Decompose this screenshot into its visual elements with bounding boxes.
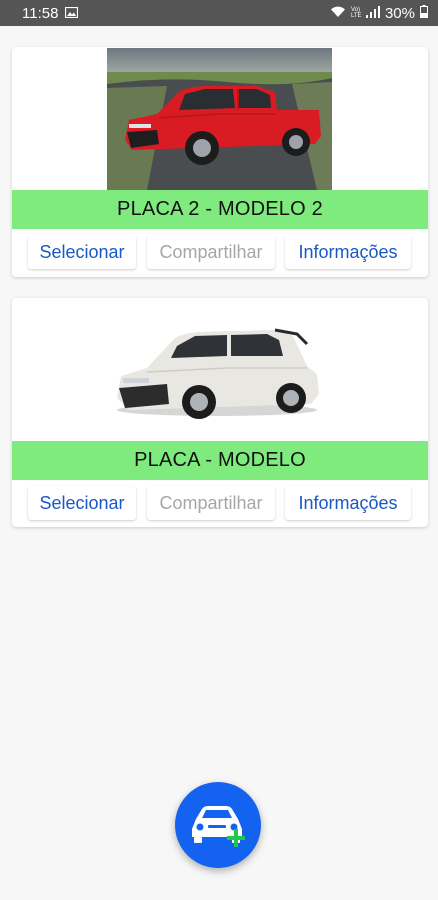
vehicle-card[interactable]: PLACA 2 - MODELO 2 Selecionar Compartilh…: [12, 47, 428, 277]
vehicle-photo: [107, 48, 332, 190]
vehicle-actions: Selecionar Compartilhar Informações: [12, 235, 428, 269]
status-time: 11:58: [22, 4, 59, 22]
info-button[interactable]: Informações: [285, 235, 411, 269]
network-label: Vo) LTE: [350, 7, 362, 19]
vehicle-photo: [107, 310, 332, 435]
status-bar: 11:58 Vo) LTE 30%: [0, 0, 438, 26]
status-right: Vo) LTE 30%: [330, 4, 428, 22]
wifi-icon: [330, 5, 346, 22]
add-car-icon: [188, 799, 248, 852]
share-button[interactable]: Compartilhar: [147, 486, 275, 520]
plate-model-label: PLACA - MODELO: [12, 441, 428, 480]
status-left: 11:58: [22, 4, 79, 22]
vehicle-card[interactable]: PLACA - MODELO Selecionar Compartilhar I…: [12, 298, 428, 527]
plate-model-label: PLACA 2 - MODELO 2: [12, 190, 428, 229]
add-vehicle-button[interactable]: [175, 782, 261, 868]
vehicle-actions: Selecionar Compartilhar Informações: [12, 486, 428, 520]
battery-icon: [420, 4, 428, 22]
select-button[interactable]: Selecionar: [28, 235, 136, 269]
gallery-icon: [65, 5, 79, 22]
info-button[interactable]: Informações: [285, 486, 411, 520]
battery-percent: 30%: [384, 4, 415, 22]
select-button[interactable]: Selecionar: [28, 486, 136, 520]
signal-icon: [365, 5, 380, 22]
share-button[interactable]: Compartilhar: [147, 235, 275, 269]
